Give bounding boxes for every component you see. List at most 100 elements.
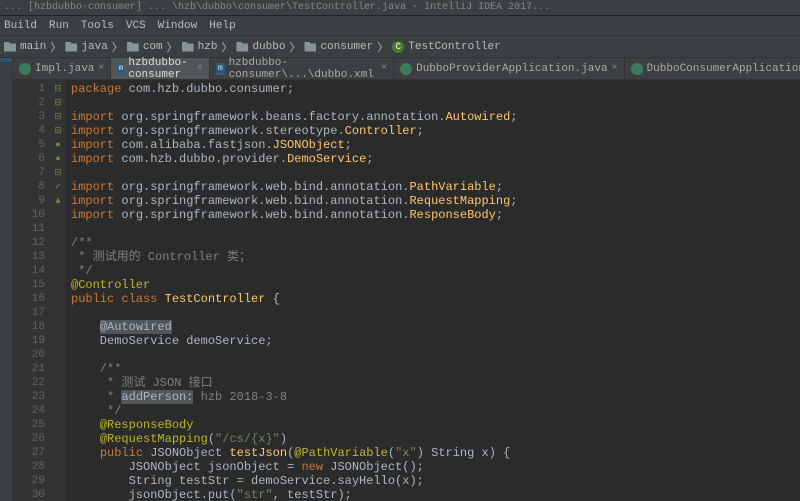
crumb-main[interactable]: main bbox=[0, 41, 50, 53]
gutter-mark: ⊟ bbox=[51, 166, 65, 180]
gutter-marks: ⊟⊟⊟⊟●●⊟✓▲ bbox=[51, 80, 65, 501]
line-number: 9 bbox=[15, 194, 45, 208]
crumb-java[interactable]: java bbox=[61, 41, 111, 53]
chevron-right-icon: 〉 bbox=[221, 39, 232, 55]
line-number: 13 bbox=[15, 250, 45, 264]
line-number: 20 bbox=[15, 348, 45, 362]
code-line[interactable]: JSONObject jsonObject = new JSONObject()… bbox=[71, 460, 800, 474]
editor-panel: Impl.java×mhzbdubbo-consumer×mhzbdubbo-c… bbox=[13, 58, 800, 501]
code-line[interactable] bbox=[71, 348, 800, 362]
code-line[interactable]: @Autowired bbox=[71, 320, 800, 334]
gutter-mark: ⊟ bbox=[51, 124, 65, 138]
code-line[interactable]: import org.springframework.web.bind.anno… bbox=[71, 208, 800, 222]
code-line[interactable]: @RequestMapping("/cs/{x}") bbox=[71, 432, 800, 446]
line-number: 2 bbox=[15, 96, 45, 110]
crumb-com[interactable]: com bbox=[123, 41, 167, 53]
java-icon bbox=[19, 63, 31, 75]
code-line[interactable]: DemoService demoService; bbox=[71, 334, 800, 348]
menu-run[interactable]: Run bbox=[49, 20, 69, 32]
line-gutter: 1234567891011121314151617181920212223242… bbox=[13, 80, 51, 501]
tab-hzbdubbo-consumer[interactable]: mhzbdubbo-consumer× bbox=[111, 58, 209, 79]
menu-tools[interactable]: Tools bbox=[81, 20, 114, 32]
project-sidebar[interactable] bbox=[0, 58, 13, 501]
xml-icon: m bbox=[117, 63, 124, 75]
gutter-mark: ▲ bbox=[51, 194, 65, 208]
crumb-consumer[interactable]: consumer bbox=[300, 41, 377, 53]
code-line[interactable]: import org.springframework.web.bind.anno… bbox=[71, 180, 800, 194]
tab-dubboconsumerapplication-java[interactable]: DubboConsumerApplication.java× bbox=[625, 58, 800, 79]
code-line[interactable]: */ bbox=[71, 264, 800, 278]
breadcrumb: main〉java〉com〉hzb〉dubbo〉consumer〉CTestCo… bbox=[0, 36, 800, 58]
code-line[interactable]: * addPerson: hzb 2018-3-8 bbox=[71, 390, 800, 404]
code-text[interactable]: package com.hzb.dubbo.consumer; import o… bbox=[65, 80, 800, 501]
line-number: 19 bbox=[15, 334, 45, 348]
close-icon[interactable]: × bbox=[197, 63, 203, 74]
close-icon[interactable]: × bbox=[612, 63, 618, 74]
chevron-right-icon: 〉 bbox=[289, 39, 300, 55]
close-icon[interactable]: × bbox=[381, 63, 387, 74]
folder-icon bbox=[4, 42, 16, 52]
code-line[interactable]: public class TestController { bbox=[71, 292, 800, 306]
menu-build[interactable]: Build bbox=[4, 20, 37, 32]
line-number: 16 bbox=[15, 292, 45, 306]
xml-icon: m bbox=[216, 63, 225, 75]
crumb-hzb[interactable]: hzb bbox=[178, 41, 222, 53]
tab-impl-java[interactable]: Impl.java× bbox=[13, 58, 111, 79]
code-line[interactable]: /** bbox=[71, 362, 800, 376]
code-line[interactable] bbox=[71, 306, 800, 320]
line-number: 18 bbox=[15, 320, 45, 334]
code-line[interactable] bbox=[71, 96, 800, 110]
gutter-mark: ● bbox=[51, 152, 65, 166]
close-icon[interactable]: × bbox=[98, 63, 104, 74]
sidebar-item[interactable] bbox=[0, 58, 12, 62]
tab-dubboproviderapplication-java[interactable]: DubboProviderApplication.java× bbox=[394, 58, 624, 79]
gutter-mark: ✓ bbox=[51, 180, 65, 194]
line-number: 1 bbox=[15, 82, 45, 96]
code-area: 1234567891011121314151617181920212223242… bbox=[13, 80, 800, 501]
code-line[interactable]: public JSONObject testJson(@PathVariable… bbox=[71, 446, 800, 460]
code-line[interactable] bbox=[71, 166, 800, 180]
crumb-dubbo[interactable]: dubbo bbox=[232, 41, 289, 53]
code-line[interactable]: jsonObject.put("str", testStr); bbox=[71, 488, 800, 501]
line-number: 3 bbox=[15, 110, 45, 124]
code-line[interactable]: /** bbox=[71, 236, 800, 250]
code-line[interactable]: String testStr = demoService.sayHello(x)… bbox=[71, 474, 800, 488]
menu-window[interactable]: Window bbox=[158, 20, 198, 32]
code-line[interactable]: * 测试 JSON 接口 bbox=[71, 376, 800, 390]
code-line[interactable]: import com.hzb.dubbo.provider.DemoServic… bbox=[71, 152, 800, 166]
code-line[interactable]: @Controller bbox=[71, 278, 800, 292]
line-number: 29 bbox=[15, 474, 45, 488]
menu-help[interactable]: Help bbox=[209, 20, 235, 32]
line-number: 25 bbox=[15, 418, 45, 432]
line-number: 22 bbox=[15, 376, 45, 390]
chevron-right-icon: 〉 bbox=[377, 39, 388, 55]
main-area: Impl.java×mhzbdubbo-consumer×mhzbdubbo-c… bbox=[0, 58, 800, 501]
line-number: 8 bbox=[15, 180, 45, 194]
line-number: 23 bbox=[15, 390, 45, 404]
folder-icon bbox=[127, 42, 139, 52]
line-number: 27 bbox=[15, 446, 45, 460]
line-number: 11 bbox=[15, 222, 45, 236]
code-line[interactable]: import org.springframework.web.bind.anno… bbox=[71, 194, 800, 208]
menu-vcs[interactable]: VCS bbox=[126, 20, 146, 32]
line-number: 28 bbox=[15, 460, 45, 474]
code-line[interactable]: import org.springframework.stereotype.Co… bbox=[71, 124, 800, 138]
chevron-right-icon: 〉 bbox=[167, 39, 178, 55]
chevron-right-icon: 〉 bbox=[50, 39, 61, 55]
crumb-testcontroller[interactable]: CTestController bbox=[388, 41, 504, 53]
java-icon bbox=[400, 63, 412, 75]
folder-icon bbox=[65, 42, 77, 52]
code-line[interactable]: */ bbox=[71, 404, 800, 418]
code-line[interactable] bbox=[71, 222, 800, 236]
class-icon: C bbox=[392, 41, 404, 53]
code-line[interactable]: import com.alibaba.fastjson.JSONObject; bbox=[71, 138, 800, 152]
code-line[interactable]: import org.springframework.beans.factory… bbox=[71, 110, 800, 124]
code-line[interactable]: @ResponseBody bbox=[71, 418, 800, 432]
gutter-mark: ● bbox=[51, 138, 65, 152]
java-icon bbox=[631, 63, 643, 75]
line-number: 10 bbox=[15, 208, 45, 222]
titlebar: ... [hzbdubbo-consumer] ... \hzb\dubbo\c… bbox=[0, 0, 800, 16]
code-line[interactable]: package com.hzb.dubbo.consumer; bbox=[71, 82, 800, 96]
tab-hzbdubbo-consumer-----dubbo-xml[interactable]: mhzbdubbo-consumer\...\dubbo.xml× bbox=[210, 58, 394, 79]
code-line[interactable]: * 测试用的 Controller 类； bbox=[71, 250, 800, 264]
